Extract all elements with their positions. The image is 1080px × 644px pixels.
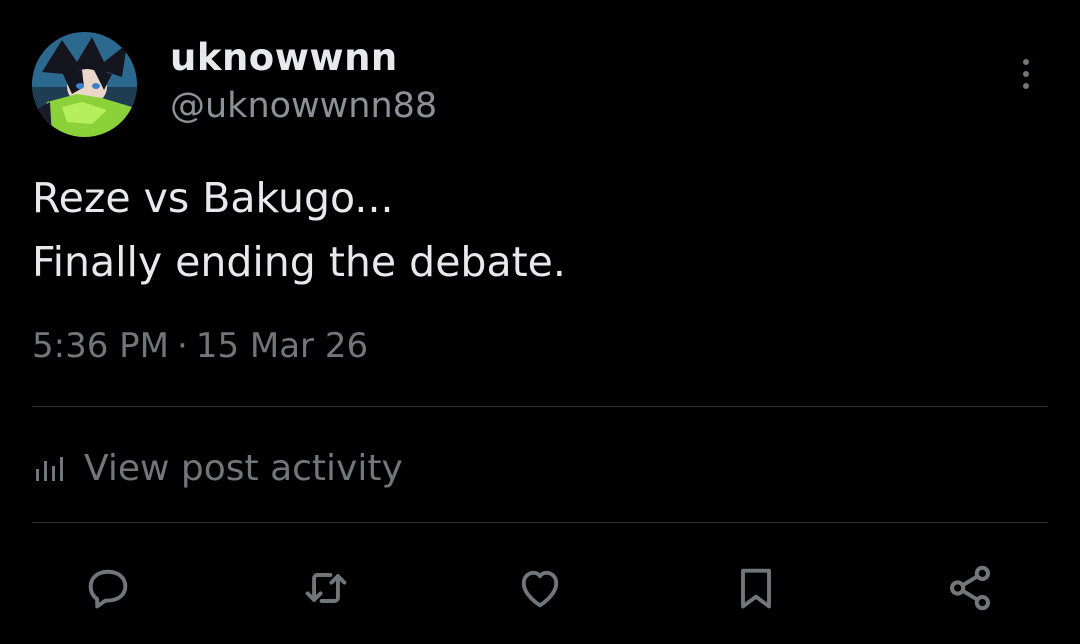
display-name[interactable]: uknowwnn bbox=[170, 36, 398, 79]
action-bar bbox=[0, 556, 1080, 620]
view-post-activity-label: View post activity bbox=[84, 447, 403, 489]
reply-button[interactable] bbox=[76, 556, 140, 620]
avatar-image bbox=[32, 32, 137, 137]
post-text-line: Reze vs Bakugo... bbox=[32, 174, 394, 222]
post-timestamp[interactable]: 5:36 PM · 15 Mar 26 bbox=[32, 326, 368, 366]
user-handle[interactable]: @uknowwnn88 bbox=[170, 86, 437, 126]
more-vertical-icon bbox=[1023, 59, 1029, 65]
timestamp-separator: · bbox=[177, 326, 188, 366]
bookmark-button[interactable] bbox=[724, 556, 788, 620]
more-options-button[interactable] bbox=[1008, 52, 1044, 96]
post-text: Reze vs Bakugo... Finally ending the deb… bbox=[32, 166, 566, 294]
more-vertical-icon bbox=[1023, 71, 1029, 77]
avatar[interactable] bbox=[32, 32, 137, 137]
bookmark-icon bbox=[741, 568, 771, 609]
post-text-line: Finally ending the debate. bbox=[32, 238, 566, 286]
bar-chart-icon bbox=[36, 457, 63, 481]
reply-icon bbox=[88, 569, 128, 609]
more-vertical-icon bbox=[1023, 83, 1029, 89]
like-button[interactable] bbox=[508, 556, 572, 620]
post-time: 5:36 PM bbox=[32, 326, 169, 366]
repost-icon bbox=[305, 573, 347, 603]
post-date: 15 Mar 26 bbox=[195, 326, 369, 366]
like-icon bbox=[521, 570, 559, 608]
share-button[interactable] bbox=[938, 556, 1002, 620]
post-card: uknowwnn @uknowwnn88 Reze vs Bakugo... F… bbox=[0, 0, 1080, 644]
divider bbox=[32, 406, 1048, 407]
repost-button[interactable] bbox=[294, 556, 358, 620]
divider bbox=[32, 522, 1048, 523]
share-icon bbox=[949, 565, 991, 611]
view-post-activity-button[interactable]: View post activity bbox=[32, 440, 403, 496]
